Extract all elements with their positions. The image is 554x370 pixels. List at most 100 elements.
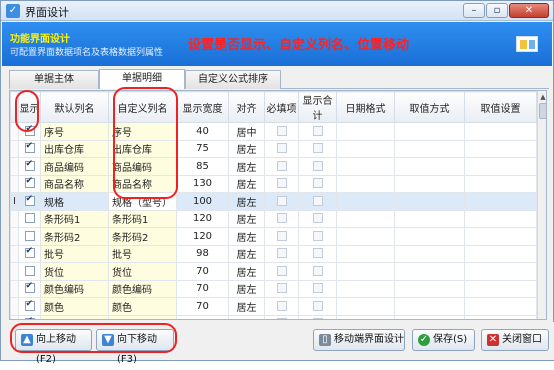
close-window-button[interactable]: ✕ [509,3,549,18]
width-cell[interactable]: 70 [176,279,229,298]
table-row[interactable]: 颜色编码颜色编码70居左 [10,279,537,298]
align-cell[interactable]: 居左 [228,157,265,176]
total-checkbox[interactable] [312,178,323,189]
required-checkbox[interactable] [276,143,287,154]
width-cell[interactable]: 70 [176,262,229,281]
total-checkbox[interactable] [312,143,323,154]
maximize-button[interactable]: ▫ [486,3,508,18]
scroll-thumb[interactable] [539,103,546,119]
col-header-custom-name[interactable]: 自定义列名 [108,91,177,123]
col-header-total[interactable]: 显示合计 [298,91,337,123]
date-format-cell[interactable] [336,279,395,298]
tab-document-detail[interactable]: 单据明细 [99,69,185,89]
align-cell[interactable]: 居左 [228,279,265,298]
width-cell[interactable]: 75 [176,139,229,158]
col-header-show[interactable]: 显示 [18,91,41,123]
show-checkbox[interactable] [24,281,35,294]
show-checkbox[interactable] [24,141,35,154]
custom-name-cell[interactable]: 规格（型号） [108,192,177,211]
value-mode-cell[interactable] [394,192,465,211]
required-checkbox[interactable] [276,300,287,311]
move-up-button[interactable]: ▲ 向上移动(F2) [15,329,92,365]
tab-custom-formula-sort[interactable]: 自定义公式排序 [185,70,281,89]
align-cell[interactable]: 居左 [228,209,265,228]
required-checkbox[interactable] [276,125,287,136]
total-checkbox[interactable] [312,125,323,136]
width-cell[interactable]: 120 [176,227,229,246]
date-format-cell[interactable] [336,139,395,158]
custom-name-cell[interactable]: 单位 [108,314,177,319]
required-checkbox[interactable] [276,248,287,259]
value-mode-cell[interactable] [394,122,465,141]
value-mode-cell[interactable] [394,227,465,246]
value-setting-cell[interactable] [464,139,537,158]
total-checkbox[interactable] [312,283,323,294]
show-checkbox[interactable] [24,159,35,171]
save-button[interactable]: ✓ 保存(S) [412,329,475,351]
date-format-cell[interactable] [336,314,395,319]
close-dialog-button[interactable]: ✕ 关闭窗口 [481,329,549,351]
value-mode-cell[interactable] [394,139,465,158]
required-checkbox[interactable] [276,318,287,319]
value-setting-cell[interactable] [464,262,537,281]
total-checkbox[interactable] [312,230,323,241]
required-checkbox[interactable] [276,230,287,241]
value-setting-cell[interactable] [464,192,537,211]
custom-name-cell[interactable]: 条形码2 [108,227,177,246]
custom-name-cell[interactable]: 出库仓库 [108,139,177,158]
date-format-cell[interactable] [336,297,395,316]
custom-name-cell[interactable]: 条形码1 [108,209,177,228]
col-header-default-name[interactable]: 默认列名 [40,91,109,123]
col-header-width[interactable]: 显示宽度 [176,91,229,123]
width-cell[interactable]: 130 [176,174,229,193]
custom-name-cell[interactable]: 商品编码 [108,157,177,176]
total-checkbox[interactable] [312,265,323,276]
required-checkbox[interactable] [276,195,287,206]
align-cell[interactable]: 居左 [228,174,265,193]
width-cell[interactable]: 50 [176,314,229,319]
value-mode-cell[interactable] [394,174,465,193]
value-setting-cell[interactable] [464,157,537,176]
width-cell[interactable]: 120 [176,209,229,228]
value-setting-cell[interactable] [464,314,537,319]
align-cell[interactable]: 居左 [228,227,265,246]
align-cell[interactable]: 居左 [228,244,265,263]
align-cell[interactable]: 居左 [228,192,265,211]
table-row[interactable]: 条形码1 条形码1 120 居左 [10,209,537,228]
date-format-cell[interactable] [336,174,395,193]
value-mode-cell[interactable] [394,262,465,281]
value-mode-cell[interactable] [394,279,465,298]
align-cell[interactable]: 居左 [228,297,265,316]
value-setting-cell[interactable] [464,209,537,228]
show-checkbox[interactable] [24,299,35,311]
col-header-date-format[interactable]: 日期格式 [336,91,395,123]
table-row[interactable]: 颜色颜色70居左 [10,297,537,316]
col-header-value-setting[interactable]: 取值设置 [464,91,537,123]
value-setting-cell[interactable] [464,174,537,193]
width-cell[interactable]: 100 [176,192,229,211]
required-checkbox[interactable] [276,213,287,224]
show-checkbox[interactable] [24,265,35,276]
table-row[interactable]: 商品编码商品编码85居左 [10,157,537,176]
width-cell[interactable]: 40 [176,122,229,141]
move-down-button[interactable]: ▼ 向下移动(F3) [96,329,174,365]
value-setting-cell[interactable] [464,122,537,141]
align-cell[interactable]: 居中 [228,122,265,141]
width-cell[interactable]: 98 [176,244,229,263]
total-checkbox[interactable] [312,160,323,171]
col-header-required[interactable]: 必填项 [264,91,299,123]
value-setting-cell[interactable] [464,227,537,246]
table-row[interactable]: 单位单位50居左 [10,314,537,319]
table-row[interactable]: 批号批号98居左 [10,244,537,263]
scroll-up-icon[interactable]: ▲ [539,93,546,101]
custom-name-cell[interactable]: 颜色编码 [108,279,177,298]
show-checkbox[interactable] [24,230,35,241]
width-cell[interactable]: 70 [176,297,229,316]
mobile-design-button[interactable]: ▯ 移动端界面设计 [313,329,405,351]
table-row[interactable]: 商品名称商品名称130居左 [10,174,537,193]
col-header-align[interactable]: 对齐 [228,91,265,123]
width-cell[interactable]: 85 [176,157,229,176]
value-setting-cell[interactable] [464,297,537,316]
date-format-cell[interactable] [336,244,395,263]
vertical-scrollbar[interactable]: ▲ [537,91,546,319]
